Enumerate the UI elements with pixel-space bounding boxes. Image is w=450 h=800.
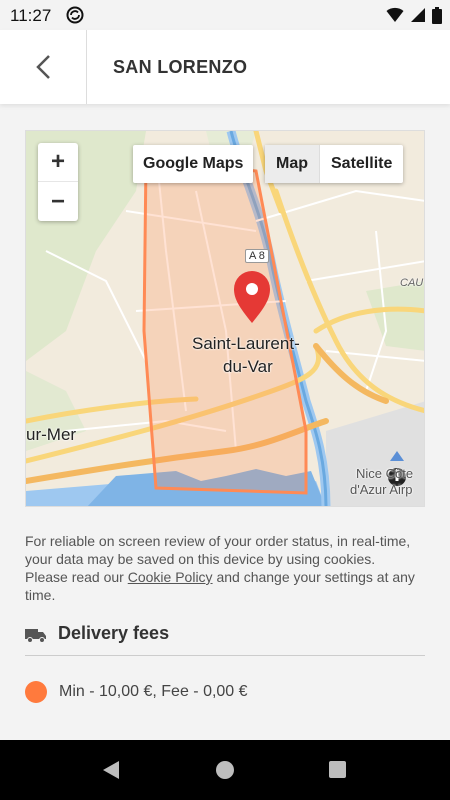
- fee-zone-row: Min - 10,00 €, Fee - 0,00 €: [25, 681, 248, 703]
- cookie-notice: For reliable on screen review of your or…: [25, 532, 415, 604]
- zoom-out-button[interactable]: −: [38, 182, 78, 221]
- road-label-a8: A 8: [245, 249, 269, 263]
- cookie-policy-link[interactable]: Cookie Policy: [128, 569, 213, 585]
- status-icons: [386, 6, 442, 24]
- map-type-toggle: Map Satellite: [265, 145, 404, 183]
- town-label-line2: du-Var: [223, 357, 273, 376]
- truck-icon: [25, 629, 46, 643]
- map-type-satellite-button[interactable]: Satellite: [320, 145, 403, 183]
- back-button[interactable]: [0, 30, 87, 104]
- battery-icon: [432, 6, 442, 24]
- map-type-map-button[interactable]: Map: [265, 145, 320, 183]
- signal-icon: [411, 8, 425, 22]
- east-place-label: CAU: [400, 277, 424, 289]
- zoom-controls: + −: [38, 143, 78, 221]
- app-header: SAN LORENZO: [0, 30, 450, 104]
- open-google-maps-button[interactable]: Google Maps: [133, 145, 254, 183]
- status-bar: 11:27: [0, 0, 450, 30]
- zone-color-dot: [25, 681, 47, 703]
- sync-icon: [66, 6, 84, 24]
- west-place-label: ur-Mer: [26, 425, 77, 444]
- delivery-zone-map[interactable]: + − Google Maps Map Satellite A 8 Saint-…: [25, 130, 425, 507]
- nav-back-icon[interactable]: [102, 760, 120, 780]
- wifi-icon: [386, 7, 404, 22]
- page-title: SAN LORENZO: [113, 57, 248, 77]
- airport-label-line1: Nice Côte: [356, 466, 414, 481]
- fee-zone-text: Min - 10,00 €, Fee - 0,00 €: [59, 683, 248, 700]
- nav-home-icon[interactable]: [216, 761, 234, 779]
- chevron-left-icon: [36, 55, 50, 79]
- delivery-fees-title: Delivery fees: [58, 623, 170, 643]
- nav-recent-apps-icon[interactable]: [329, 761, 346, 778]
- town-label-line1: Saint-Laurent-: [192, 334, 300, 353]
- system-nav-bar: [0, 740, 450, 800]
- airport-label-line2: d'Azur Airp: [350, 482, 413, 497]
- delivery-fees-header: Delivery fees: [25, 623, 425, 656]
- map-canvas: [26, 131, 424, 506]
- zoom-in-button[interactable]: +: [38, 143, 78, 182]
- status-time: 11:27: [10, 6, 52, 25]
